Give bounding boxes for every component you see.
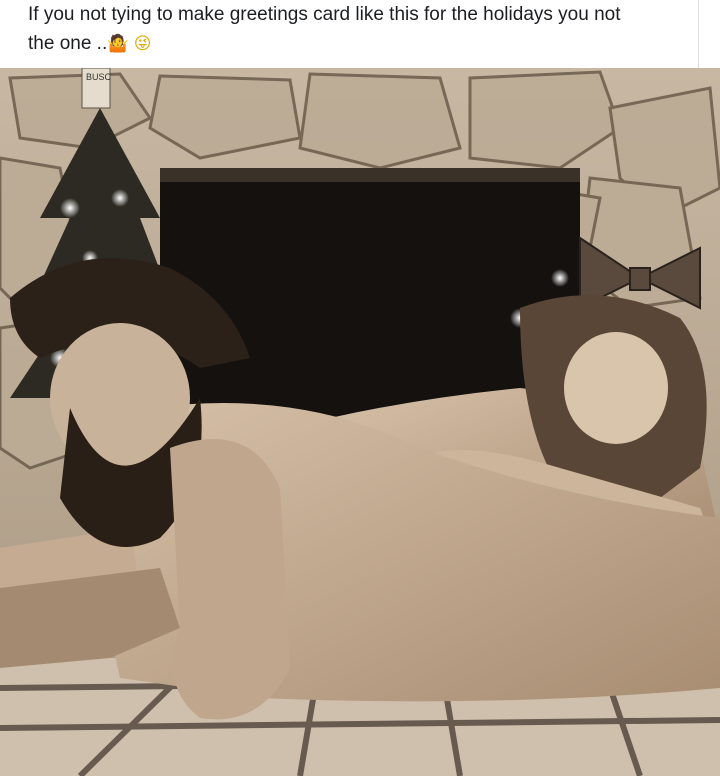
zany-face-emoji-icon: 😜 bbox=[133, 34, 152, 54]
caption-line-2-text: the one .. bbox=[28, 33, 108, 54]
post-photo[interactable]: BUSC bbox=[0, 68, 720, 776]
woman-shrugging-emoji-icon: 🤷 bbox=[107, 34, 129, 54]
caption-line-1: If you not tying to make greetings card … bbox=[28, 4, 621, 25]
photo-canvas: BUSC bbox=[0, 68, 720, 776]
caption-line-2: the one ..🤷 😜 bbox=[28, 29, 690, 59]
can-label: BUSC bbox=[86, 72, 112, 82]
post-caption: If you not tying to make greetings card … bbox=[0, 0, 700, 68]
man-arm bbox=[170, 439, 290, 720]
woman-face bbox=[564, 332, 668, 444]
post-card-border bbox=[698, 0, 699, 68]
